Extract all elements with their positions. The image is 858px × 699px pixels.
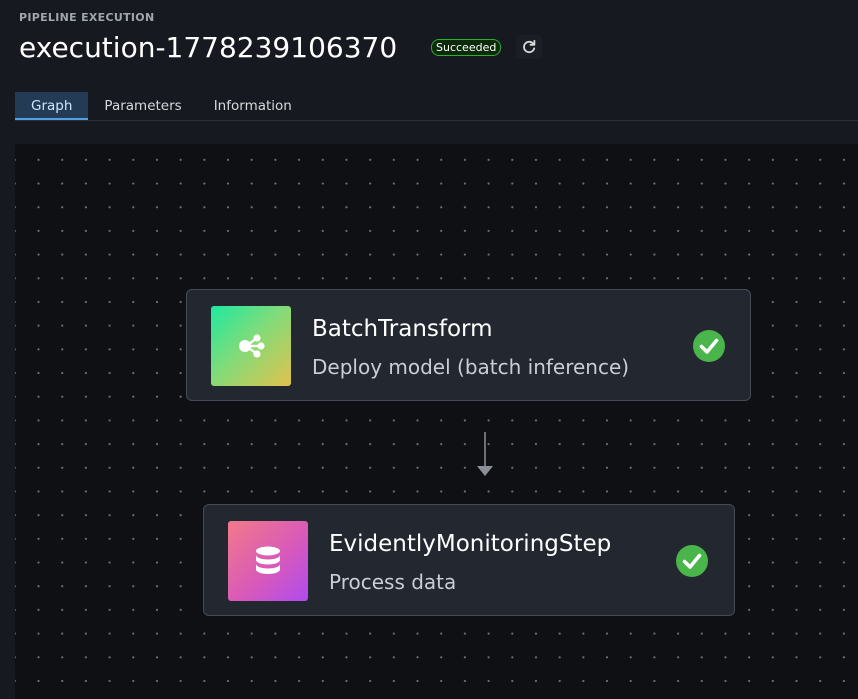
share-nodes-icon [211, 306, 291, 386]
refresh-button[interactable] [516, 35, 542, 59]
database-icon [228, 521, 308, 601]
tab-bar: Graph Parameters Information [15, 92, 308, 120]
tab-parameters[interactable]: Parameters [88, 92, 197, 118]
page-title: execution-1778239106370 [19, 31, 398, 64]
tab-graph[interactable]: Graph [15, 92, 89, 120]
refresh-icon [523, 39, 536, 54]
status-badge: Succeeded [431, 39, 502, 56]
step-type-label: Process data [329, 570, 457, 594]
step-type-label: Deploy model (batch inference) [312, 355, 630, 379]
tab-information[interactable]: Information [198, 92, 308, 118]
step-title: EvidentlyMonitoringStep [329, 531, 612, 557]
page-header: PIPELINE EXECUTION execution-17782391063… [0, 0, 858, 121]
check-circle-icon [693, 330, 725, 362]
check-circle-icon [676, 545, 708, 577]
edge-arrow [477, 432, 493, 476]
step-title: BatchTransform [312, 316, 493, 342]
page-eyebrow: PIPELINE EXECUTION [19, 11, 155, 24]
pipeline-step-node-evidently-monitoring[interactable]: EvidentlyMonitoringStep Process data [203, 504, 735, 616]
graph-canvas[interactable]: BatchTransform Deploy model (batch infer… [15, 144, 858, 699]
tabs-divider [15, 120, 858, 121]
pipeline-step-node-batch-transform[interactable]: BatchTransform Deploy model (batch infer… [186, 289, 751, 401]
